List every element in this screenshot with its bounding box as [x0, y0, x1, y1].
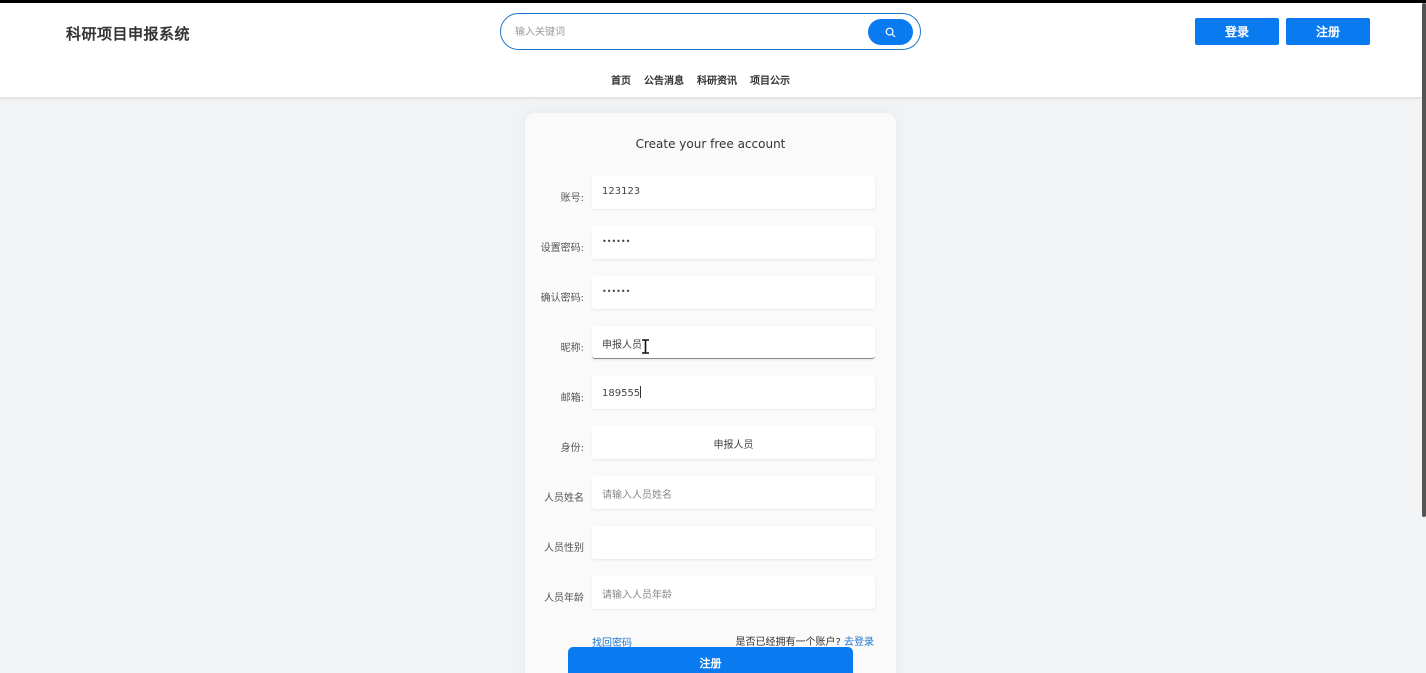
form-row-nickname: 昵称: 申报人员 — [525, 326, 896, 359]
search-bar — [500, 13, 921, 50]
field-label: 身份: — [560, 443, 584, 454]
field-value: 申报人员 — [602, 340, 642, 351]
field-label: 昵称: — [560, 343, 584, 354]
nav-item-research-news[interactable]: 科研资讯 — [697, 72, 737, 87]
person-age-input[interactable]: 请输入人员年龄 — [592, 576, 875, 609]
form-row-password: 设置密码: •••••• — [525, 226, 896, 259]
field-label: 确认密码: — [540, 293, 584, 304]
search-input[interactable] — [515, 22, 855, 42]
form-title: Create your free account — [635, 137, 786, 151]
field-value: 189555 — [602, 388, 641, 399]
form-row-gender: 人员性别 — [525, 526, 896, 559]
role-select[interactable]: 申报人员 — [592, 426, 875, 459]
person-name-input[interactable]: 请输入人员姓名 — [592, 476, 875, 509]
form-links: 找回密码 是否已经拥有一个账户? 去登录 — [525, 632, 896, 649]
text-caret — [640, 386, 642, 398]
confirm-password-input[interactable]: •••••• — [592, 276, 875, 309]
email-input[interactable]: 189555 — [592, 376, 875, 409]
register-card: Create your free account 账号: 123123 设置密码… — [525, 113, 896, 673]
field-label: 账号: — [560, 193, 584, 204]
form-row-age: 人员年龄 请输入人员年龄 — [525, 576, 896, 609]
register-button[interactable]: 注册 — [1286, 18, 1370, 45]
site-title: 科研项目申报系统 — [66, 25, 191, 43]
field-placeholder: 请输入人员姓名 — [602, 490, 672, 501]
account-input[interactable]: 123123 — [592, 176, 875, 209]
submit-register-button[interactable]: 注册 — [568, 647, 853, 673]
field-placeholder: 请输入人员年龄 — [602, 590, 672, 601]
field-label: 人员性别 — [544, 543, 584, 554]
search-button[interactable] — [868, 19, 913, 45]
main-nav: 首页 公告消息 科研资讯 项目公示 — [611, 72, 790, 87]
text-cursor-icon — [642, 339, 649, 354]
form-row-name: 人员姓名 请输入人员姓名 — [525, 476, 896, 509]
form-row-email: 邮箱: 189555 — [525, 376, 896, 409]
field-label: 人员年龄 — [544, 593, 584, 604]
password-input[interactable]: •••••• — [592, 226, 875, 259]
header: 科研项目申报系统 登录 注册 首页 公告消息 科研资讯 项目公示 — [0, 3, 1422, 97]
field-value: 123123 — [602, 186, 641, 197]
form-row-confirm-password: 确认密码: •••••• — [525, 276, 896, 309]
form-row-role: 身份: 申报人员 — [525, 426, 896, 459]
login-button[interactable]: 登录 — [1195, 18, 1279, 45]
field-value-wrap: 189555 — [602, 386, 642, 399]
nav-item-announcements[interactable]: 公告消息 — [644, 72, 684, 87]
field-value: 申报人员 — [713, 440, 754, 451]
person-gender-select[interactable] — [592, 526, 875, 559]
field-value: •••••• — [602, 287, 631, 296]
field-label: 设置密码: — [540, 243, 584, 254]
form-row-account: 账号: 123123 — [525, 176, 896, 209]
have-account-text: 是否已经拥有一个账户? 去登录 — [736, 633, 875, 648]
nickname-input[interactable]: 申报人员 — [592, 326, 875, 359]
field-label: 邮箱: — [560, 393, 584, 404]
nav-item-project-publicity[interactable]: 项目公示 — [750, 72, 790, 87]
field-label: 人员姓名 — [544, 493, 584, 504]
field-value: •••••• — [602, 237, 631, 246]
search-icon — [885, 27, 896, 37]
page-scrollbar[interactable] — [1422, 3, 1426, 517]
nav-item-home[interactable]: 首页 — [611, 72, 631, 87]
